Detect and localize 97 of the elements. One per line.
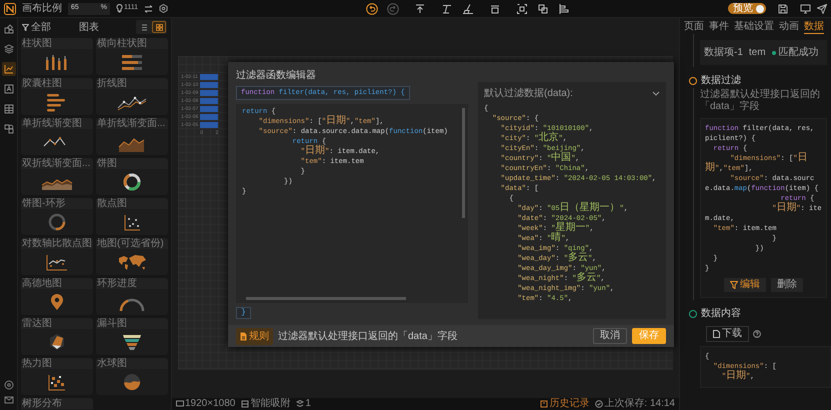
document-icon: [240, 332, 247, 340]
text-format-icon[interactable]: [441, 2, 453, 14]
blocks-icon[interactable]: [4, 24, 14, 34]
layers-icon: [296, 400, 304, 408]
card-label: 地图(可选省份): [96, 238, 168, 249]
rule-text: 过滤器默认处理接口返回的「data」字段: [278, 330, 458, 344]
line-chart-icon[interactable]: [4, 64, 14, 74]
closing-brace: }: [236, 307, 251, 319]
card-label: 柱状图: [21, 38, 93, 49]
ungroup-icon[interactable]: [537, 2, 549, 14]
mail-icon[interactable]: [4, 396, 14, 404]
card-label: 热力图: [21, 358, 93, 369]
logo-icon: [4, 2, 16, 14]
screen-icon: [176, 400, 184, 408]
component-card[interactable]: 散点图: [96, 198, 168, 235]
cancel-button[interactable]: 取消: [593, 328, 627, 344]
component-card[interactable]: 横向柱状图: [96, 38, 168, 75]
align-icon[interactable]: [558, 2, 570, 14]
save-icon[interactable]: [778, 4, 788, 14]
data-preview-title: 默认过滤数据(data):: [484, 86, 573, 101]
card-label: 横向柱状图: [96, 38, 168, 49]
filter-icon: [22, 24, 29, 30]
text-box-icon[interactable]: [4, 84, 14, 94]
panel-tab[interactable]: 基础设置: [734, 20, 774, 34]
component-card[interactable]: 热力图: [21, 358, 93, 395]
upload-icon[interactable]: [414, 2, 426, 14]
step-description: 过滤器默认处理接口返回的「data」字段: [699, 88, 821, 113]
chart-bar: [200, 82, 218, 88]
document-icon: [713, 330, 720, 338]
monitor-icon[interactable]: [800, 4, 811, 14]
delete-button[interactable]: 删除: [771, 278, 803, 292]
component-card[interactable]: 折线图: [96, 78, 168, 115]
filter-icon: [730, 281, 738, 289]
canvas-size: 1920×1080: [185, 398, 236, 410]
field-name: tem: [748, 46, 766, 60]
grid-icon: [154, 22, 164, 32]
panel-tab[interactable]: 动画: [779, 20, 799, 34]
save-button[interactable]: 保存: [632, 328, 666, 344]
panel-tab[interactable]: 页面: [684, 20, 704, 34]
snap-label: 智能吸附: [250, 398, 290, 410]
list-icon: [140, 22, 148, 32]
card-label: 散点图: [96, 198, 168, 209]
component-card[interactable]: 柱状图: [21, 38, 93, 75]
data-item-label: 数据项-1: [704, 46, 743, 60]
help-icon[interactable]: [753, 330, 761, 338]
component-card[interactable]: 饼图: [96, 158, 168, 195]
undo-icon[interactable]: [366, 2, 378, 14]
component-card[interactable]: 漏斗图: [96, 318, 168, 355]
step-title: 数据过滤: [701, 74, 741, 88]
chart-bar: [200, 114, 218, 120]
scrollbar[interactable]: [246, 297, 406, 300]
chart-bar: [200, 90, 218, 96]
dialog-title: 过滤器函数编辑器: [235, 68, 317, 83]
preview-toggle[interactable]: 预览: [728, 3, 766, 14]
send-icon[interactable]: [816, 4, 827, 14]
shapes-icon[interactable]: [4, 124, 14, 134]
layer-icon[interactable]: [489, 2, 501, 14]
card-label: 折线图: [96, 78, 168, 89]
check-circle-icon: [595, 400, 604, 408]
component-card[interactable]: 对数轴比散点图: [21, 238, 93, 275]
step-title: 数据内容: [701, 306, 741, 321]
card-label: 水球图: [96, 358, 168, 369]
edit-button[interactable]: 编辑: [724, 278, 766, 292]
download-button[interactable]: 下载: [706, 326, 749, 342]
layers-icon[interactable]: [4, 44, 14, 54]
swap-icon[interactable]: [144, 4, 154, 12]
card-label: 饼图-环形: [21, 198, 93, 209]
grid-view-button[interactable]: [152, 21, 166, 33]
chart-bar: [200, 74, 218, 80]
component-card[interactable]: 地图(可选省份): [96, 238, 168, 275]
scrollbar[interactable]: [462, 108, 465, 218]
card-label: 雷达图: [21, 318, 93, 329]
component-card[interactable]: 雷达图: [21, 318, 93, 355]
lightbulb-icon: [116, 4, 123, 13]
group-icon[interactable]: [516, 2, 528, 14]
card-label: 漏斗图: [96, 318, 168, 329]
scale-label: 画布比例: [22, 2, 62, 16]
chart-bar: [200, 98, 218, 104]
last-saved: 上次保存: 14:14: [604, 398, 675, 410]
panel-tab[interactable]: 数据: [804, 20, 824, 34]
chart-bar: [200, 106, 218, 112]
chevron-down-icon[interactable]: [652, 91, 660, 96]
component-card[interactable]: 饼图-环形: [21, 198, 93, 235]
brush-icon[interactable]: [462, 2, 474, 14]
component-card[interactable]: 树形分布: [21, 398, 93, 410]
filter-dropdown[interactable]: 全部: [22, 20, 51, 34]
layer-count: 1: [305, 398, 311, 410]
status-text: 匹配成功: [778, 46, 819, 60]
component-card[interactable]: 水球图: [96, 358, 168, 395]
panel-tab[interactable]: 事件: [709, 20, 729, 34]
card-label: 对数轴比散点图: [21, 238, 93, 249]
panel-title: 图表: [79, 20, 99, 34]
settings-icon[interactable]: [159, 4, 168, 13]
card-label: 饼图: [96, 158, 168, 169]
rule-tag: 规则: [236, 328, 273, 344]
table-icon[interactable]: [4, 104, 14, 114]
chart-bar: [200, 122, 218, 128]
